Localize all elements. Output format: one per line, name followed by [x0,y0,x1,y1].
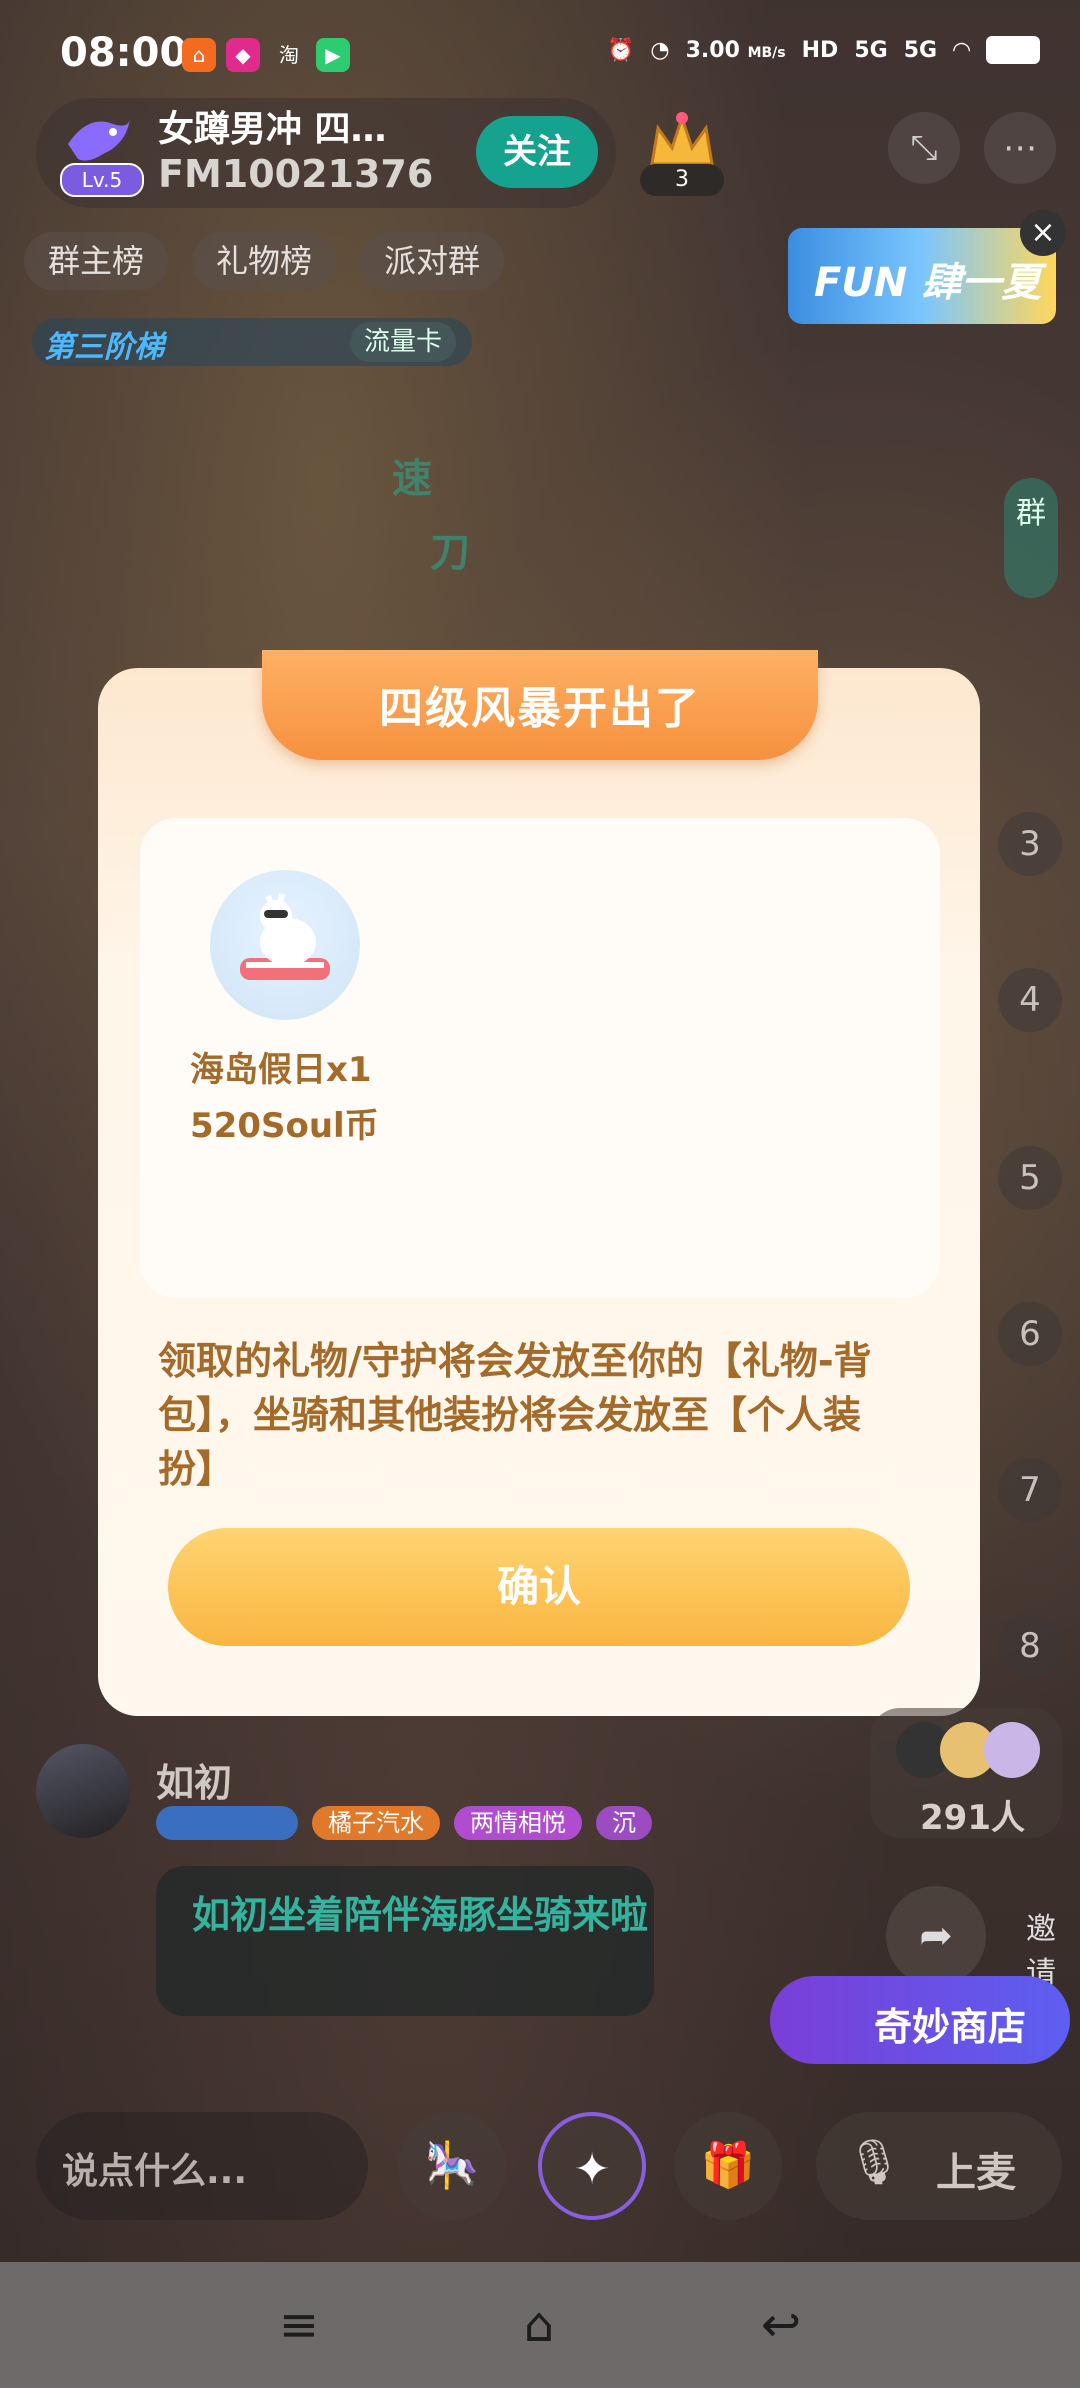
mic-seat-4[interactable]: 4 [998,968,1062,1032]
bg-fragment-text: 速 [392,456,432,502]
chat-input-placeholder: 说点什么... [62,2151,248,2192]
banner-close-icon[interactable]: × [1020,210,1066,256]
gift-icon[interactable]: 🎁 [674,2112,782,2220]
signal-5g-2: 5G [903,37,938,63]
taobao-icon: 淘 [279,43,299,67]
carousel-icon[interactable]: 🎠 [398,2112,506,2220]
status-right: ⏰ ◔ 3.00 MB/s HD 5G 5G ◠ [607,36,1040,64]
bg-fragment-text: 刀 [430,530,470,576]
mic-seat-8[interactable]: 8 [998,1614,1062,1678]
net-speed-value: 3.00 [685,37,740,63]
crown-count: 3 [640,164,724,196]
level-badge: Lv.5 [60,163,144,197]
mic-seat-6[interactable]: 6 [998,1302,1062,1366]
online-avatar [984,1722,1040,1778]
wifi-icon: ◠ [953,37,970,63]
battery-icon [986,36,1040,64]
home-icon[interactable]: ⌂ [504,2290,574,2360]
net-speed-unit: MB/s [747,44,786,61]
net-speed: 3.00 MB/s [686,38,786,63]
reward-notice: 领取的礼物/守护将会发放至你的【礼物-背包】，坐骑和其他装扮将会发放至【个人装扮… [158,1339,872,1491]
minimize-icon[interactable]: ⤡ [888,112,960,184]
mic-seat-7[interactable]: 7 [998,1458,1062,1522]
home-app-icon: ⌂ [182,38,216,72]
confirm-button[interactable]: 确认 [168,1528,910,1646]
share-icon[interactable]: ➦ [886,1886,986,1986]
stage-label: 第三阶梯 [44,330,164,365]
shop-label: 奇妙商店 [874,2005,1027,2049]
reward-dialog-title: 四级风暴开出了 [379,683,701,734]
user-badge: 两情相悦 [454,1806,582,1840]
event-banner-text: FUN 肆一夏 [814,260,1042,306]
gift-value: 520Soul币 [190,1106,379,1146]
chat-message-text: 如初坐着陪伴海豚坐骑来啦 [192,1893,649,1937]
room-id: FM10021376 [158,152,434,196]
tab-gift-rank[interactable]: 礼物榜 [192,232,337,290]
room-name: 女蹲男冲 四… [158,109,387,150]
menu-icon[interactable]: ≡ [264,2290,334,2360]
follow-button[interactable]: 关注 [476,116,598,188]
avatar[interactable] [36,1744,130,1838]
signal-5g-1: 5G [854,37,888,63]
user-badges: 橘子汽水 两情相悦 沉 [156,1806,652,1840]
status-bar: 08:00 ⌂ ◆ 淘 ▶ ⏰ ◔ 3.00 MB/s HD 5G 5G ◠ [0,0,1080,110]
tab-party-group[interactable]: 派对群 [360,232,505,290]
tab-owner-rank[interactable]: 群主榜 [24,232,169,290]
wheel-icon[interactable]: ✦ [538,2112,646,2220]
microphone-icon: 🎙 [846,2137,902,2188]
mic-seat-3[interactable]: 3 [998,812,1062,876]
back-icon[interactable]: ↩ [746,2290,816,2360]
speedometer-icon: ◔ [650,37,670,63]
chat-user-name[interactable]: 如初 [156,1752,232,1807]
room-tabs: 群主榜 礼物榜 派对群 [24,232,505,290]
gift-image [210,870,360,1020]
online-count: 291人 [920,1798,1025,1838]
hd-label: HD [801,37,839,63]
video-app-icon: ▶ [316,38,350,72]
shop-app-icon: ◆ [226,38,260,72]
island-holiday-gift-icon [240,893,330,980]
mic-seat-5[interactable]: 5 [998,1146,1062,1210]
user-badge-blue [156,1806,298,1840]
alarm-icon: ⏰ [607,37,635,63]
status-time: 08:00 [60,30,188,76]
join-mic-label: 上麦 [936,2150,1016,2196]
gift-name: 海岛假日x1 [190,1050,372,1090]
group-entry[interactable]: 群 [1004,478,1058,598]
more-icon[interactable]: ⋯ [984,112,1056,184]
user-badge: 橘子汽水 [312,1806,440,1840]
user-badge: 沉 [596,1806,652,1840]
traffic-card-button[interactable]: 流量卡 [350,322,457,362]
